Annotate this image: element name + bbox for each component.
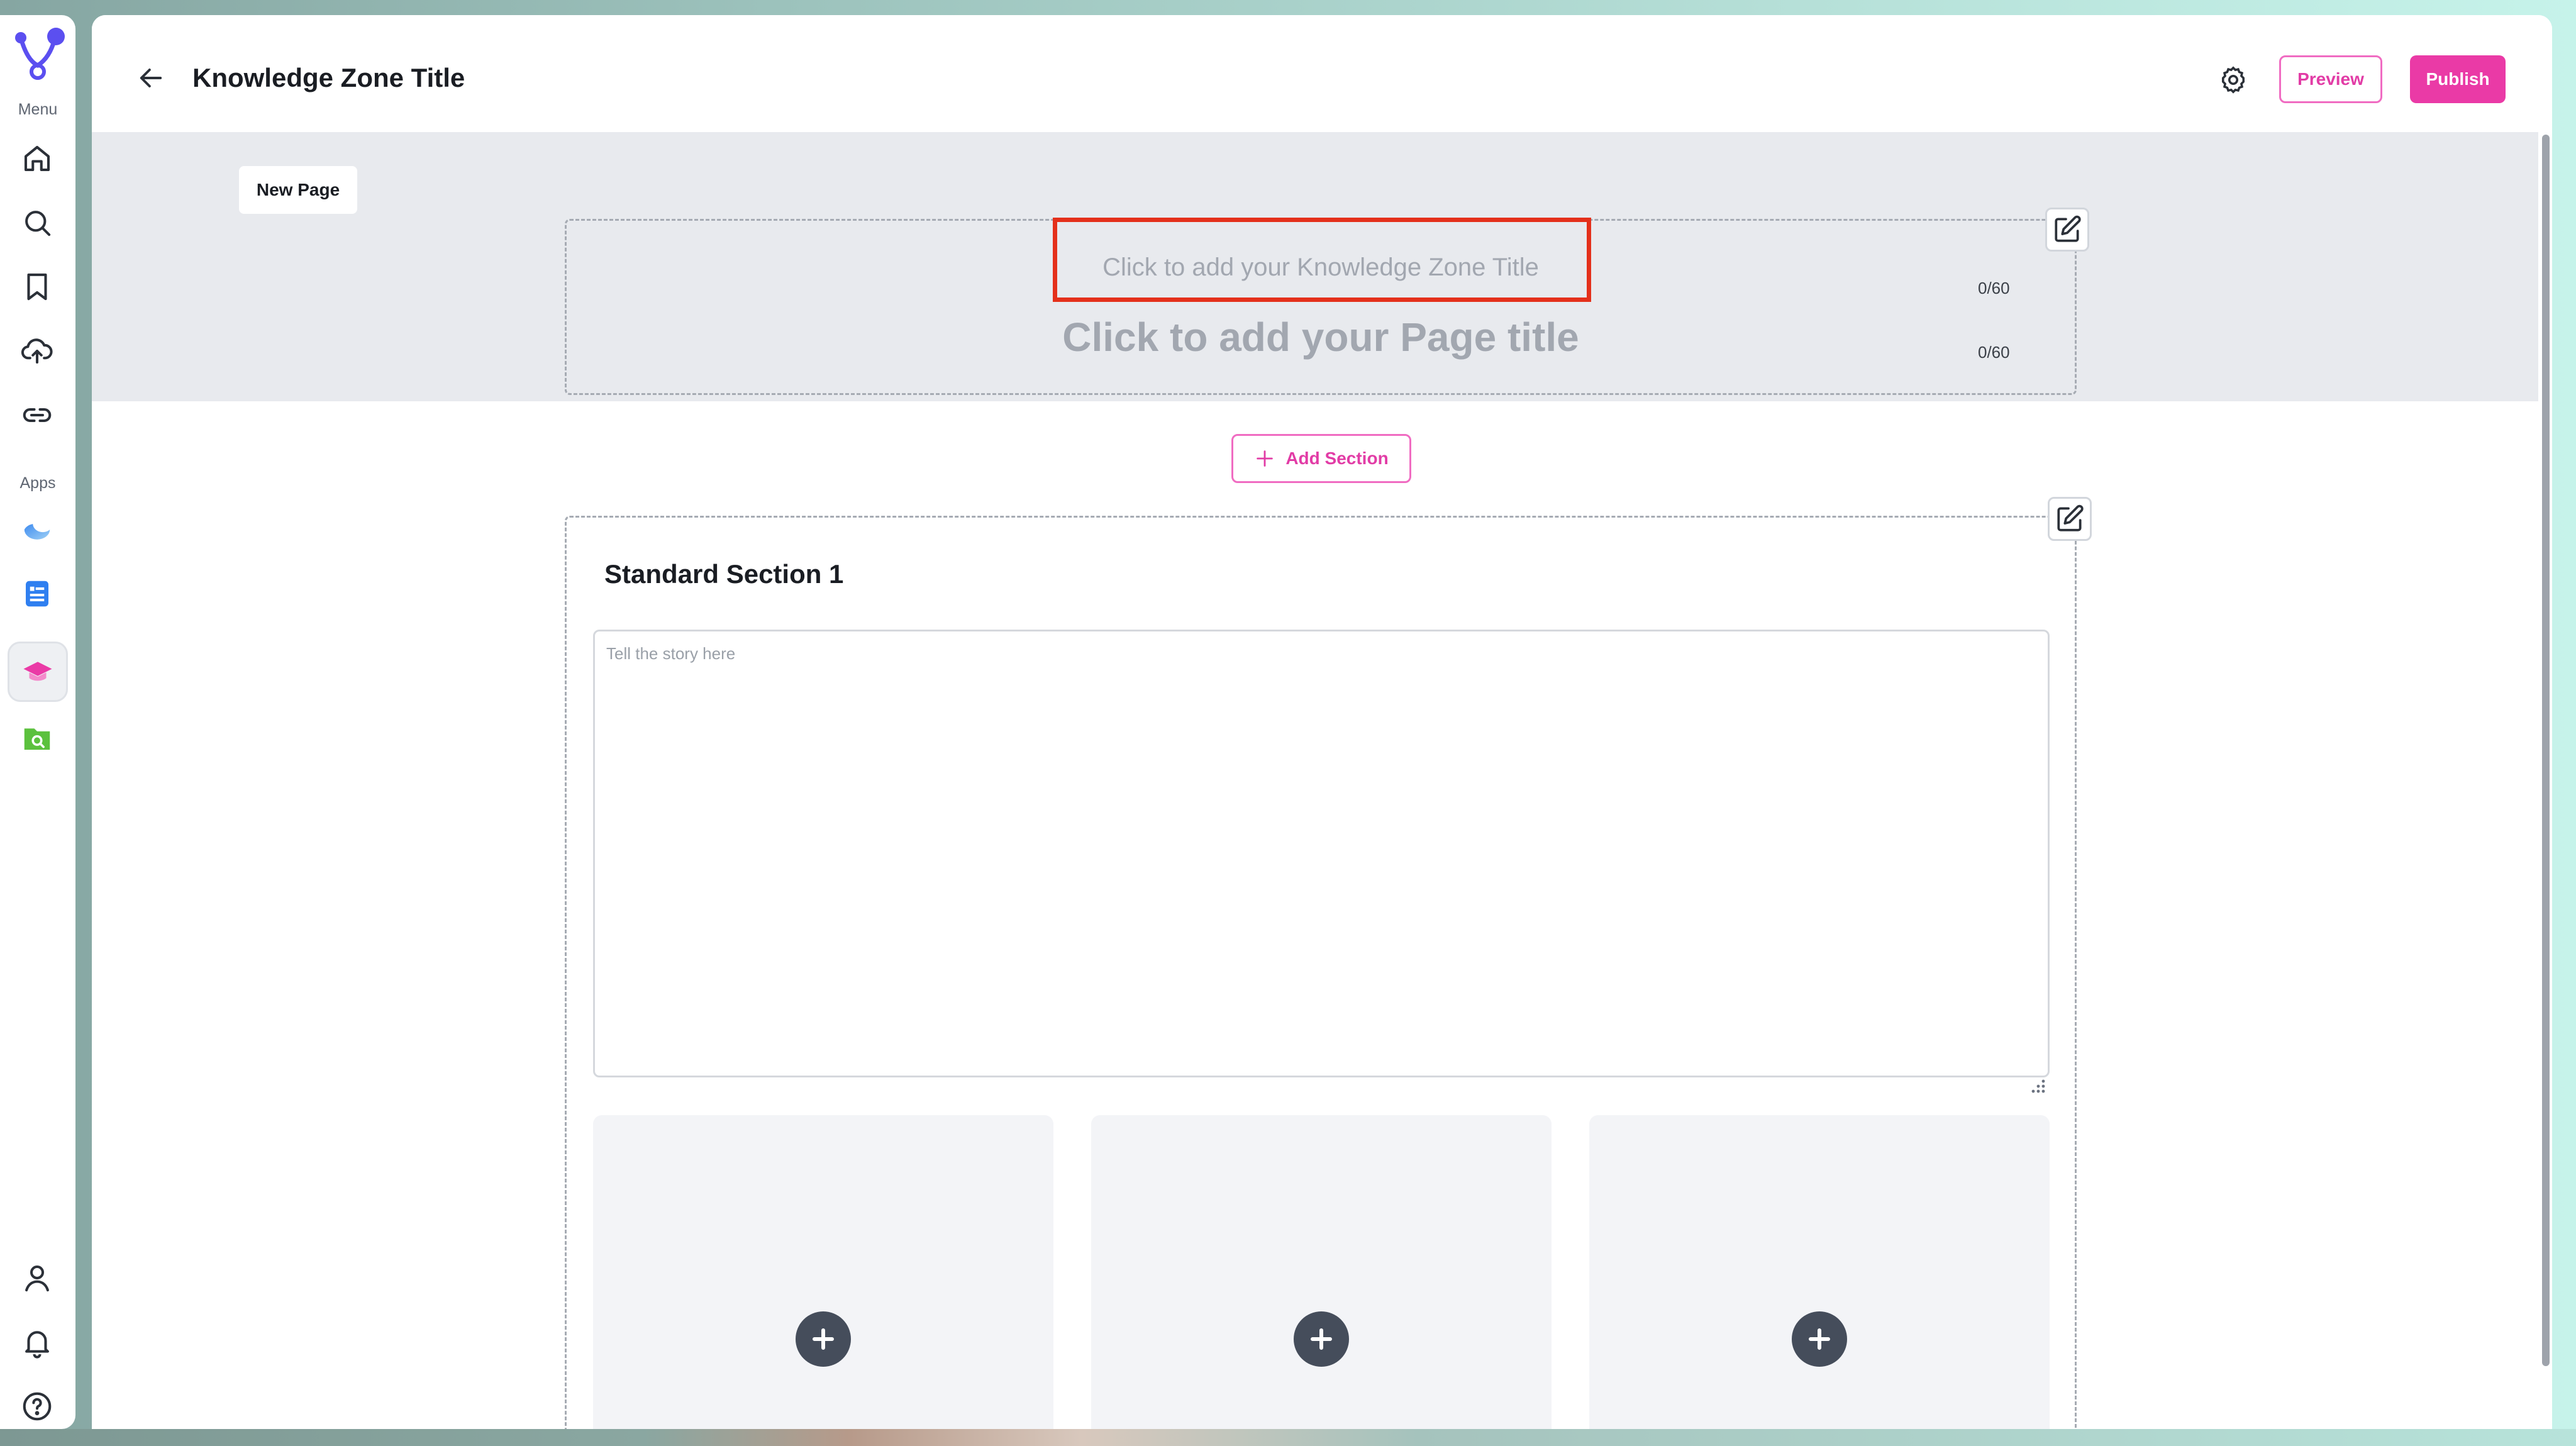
vertical-scrollbar[interactable] [2542, 135, 2550, 1366]
editor-header: Knowledge Zone Title Preview Publish [92, 15, 2552, 132]
menu-label: Menu [18, 101, 58, 118]
add-media-plus-icon[interactable] [1294, 1311, 1349, 1367]
section-title[interactable]: Standard Section 1 [604, 559, 843, 589]
help-icon[interactable] [17, 1386, 57, 1427]
plus-icon [1257, 450, 1274, 467]
page-title-input[interactable]: Click to add your Page title [567, 314, 2075, 360]
kz-title-char-counter: 0/60 [1978, 279, 2010, 298]
knowledge-zone-app-icon[interactable] [8, 642, 68, 702]
search-icon[interactable] [17, 203, 57, 243]
user-icon[interactable] [17, 1258, 57, 1298]
apps-label: Apps [19, 474, 56, 492]
add-media-plus-icon[interactable] [796, 1311, 851, 1367]
page-title-char-counter: 0/60 [1978, 343, 2010, 362]
media-card[interactable] [1091, 1115, 1552, 1429]
back-arrow-icon[interactable] [135, 62, 167, 94]
add-section-label: Add Section [1285, 448, 1389, 468]
publish-button[interactable]: Publish [2410, 55, 2506, 103]
story-textarea[interactable]: Tell the story here [593, 630, 2050, 1077]
app-logo-icon[interactable] [8, 25, 67, 84]
resize-grip-icon[interactable] [2029, 1077, 2047, 1095]
edit-title-block-icon[interactable] [2045, 208, 2089, 252]
folder-search-app-icon[interactable] [17, 718, 57, 759]
bell-icon[interactable] [17, 1322, 57, 1362]
app-sidebar: Menu Apps [0, 15, 75, 1429]
settings-gear-icon[interactable] [2218, 64, 2249, 96]
media-card[interactable] [593, 1115, 1053, 1429]
notes-app-icon[interactable] [17, 574, 57, 614]
bookmark-icon[interactable] [17, 267, 57, 307]
tab-new-page[interactable]: New Page [239, 166, 357, 214]
edit-section-icon[interactable] [2048, 497, 2092, 541]
title-block: Click to add your Knowledge Zone Title 0… [565, 219, 2077, 395]
editor-panel: Knowledge Zone Title Preview Publish New… [92, 15, 2552, 1429]
page-banner: New Page Click to add your Knowledge Zon… [92, 132, 2538, 401]
standard-section: Standard Section 1 Tell the story here [565, 516, 2077, 1429]
link-icon[interactable] [17, 395, 57, 435]
moon-app-icon[interactable] [17, 509, 57, 550]
knowledge-zone-title-input[interactable]: Click to add your Knowledge Zone Title [567, 253, 2075, 282]
add-section-button[interactable]: Add Section [1231, 434, 1411, 483]
home-icon[interactable] [17, 138, 57, 179]
desktop-background [0, 1429, 2576, 1446]
media-card[interactable] [1589, 1115, 2050, 1429]
story-placeholder: Tell the story here [606, 644, 736, 663]
add-media-plus-icon[interactable] [1792, 1311, 1847, 1367]
preview-button[interactable]: Preview [2279, 55, 2382, 103]
upload-cloud-icon[interactable] [17, 331, 57, 371]
page-title: Knowledge Zone Title [192, 63, 465, 92]
